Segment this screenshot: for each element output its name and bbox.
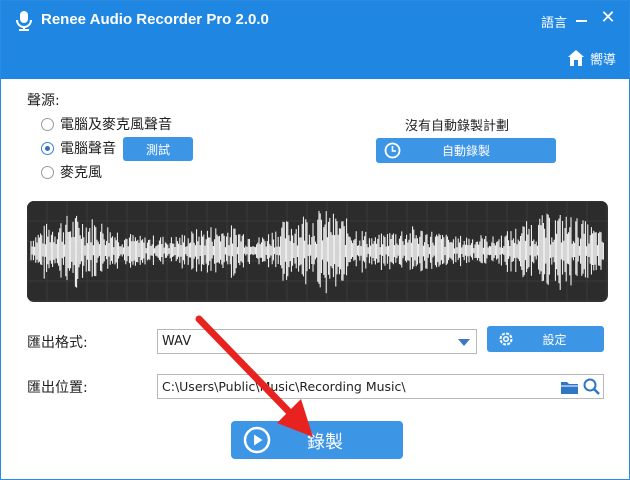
app-window: Renee Audio Recorder Pro 2.0.0 語言 ✕ 嚮導 聲… [0,0,630,480]
red-arrow-annotation [195,315,313,437]
